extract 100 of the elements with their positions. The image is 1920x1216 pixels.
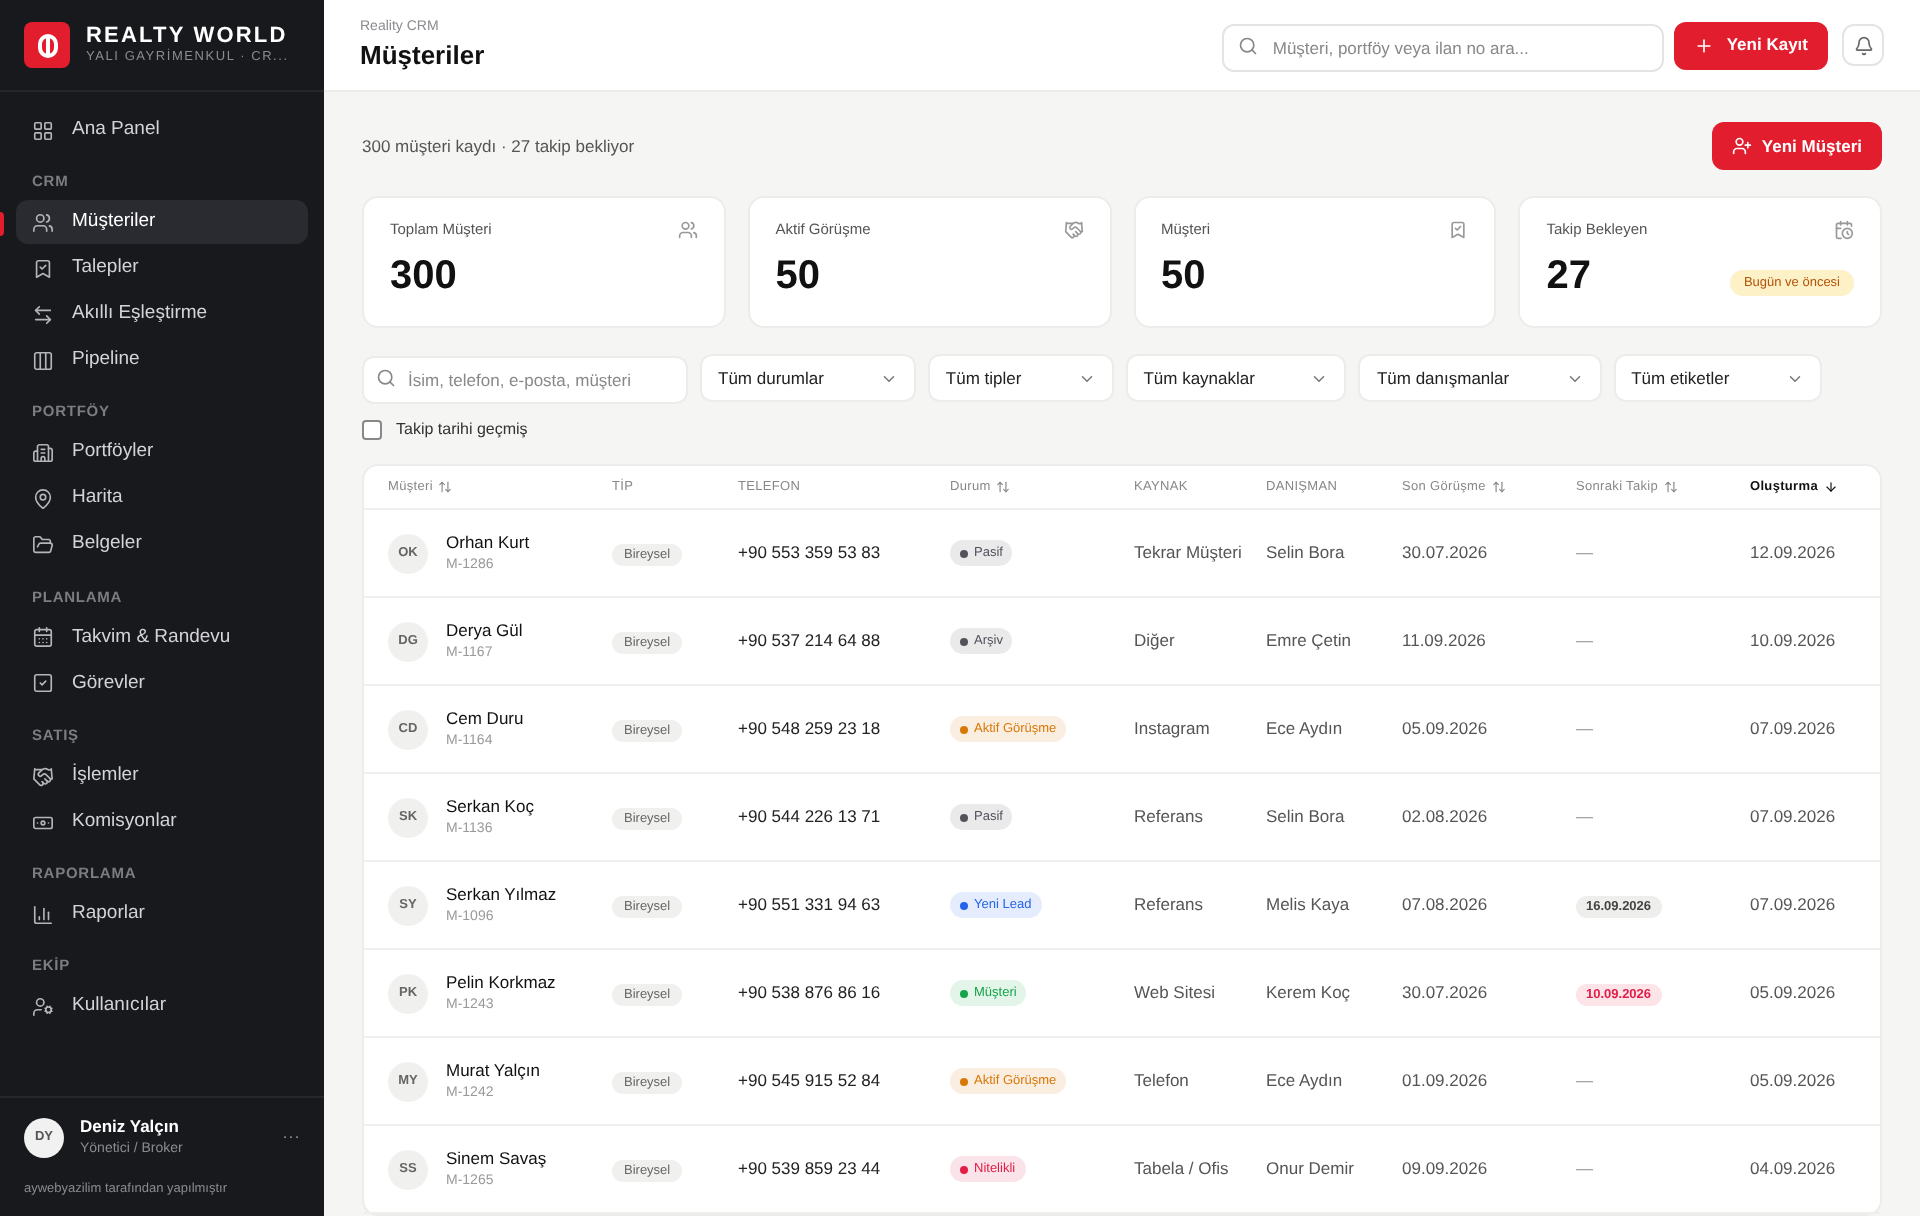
stat-value: 300 (390, 256, 457, 297)
advisor-cell-text: Ece Aydın (1266, 1068, 1345, 1094)
source-cell-text: Tekrar Müşteri (1134, 540, 1244, 566)
created-cell-text: 05.09.2026 (1750, 1068, 1838, 1094)
users-icon (677, 219, 698, 240)
brand-name: REALTY WORLD (86, 23, 289, 48)
nav-icon (32, 672, 54, 695)
nav-item[interactable]: Pipeline (16, 338, 308, 383)
source-cell-text: Referans (1134, 804, 1205, 830)
nav-item[interactable]: Raporlar (16, 892, 308, 937)
last-meeting-cell-text: 07.08.2026 (1402, 892, 1490, 918)
customer-name: Serkan Koç (446, 793, 534, 820)
customer-name: Orhan Kurt (446, 529, 530, 556)
last-meeting-cell-text: 30.07.2026 (1402, 540, 1490, 566)
advisor-cell-text: Kerem Koç (1266, 980, 1353, 1006)
sort-icon (996, 480, 1011, 494)
customer-name: Murat Yalçın (446, 1057, 540, 1084)
nav-icon (32, 257, 54, 280)
nav-item[interactable]: Ana Panel (16, 108, 308, 152)
bookmark-icon (1448, 219, 1469, 240)
active-indicator (0, 212, 4, 237)
last-meeting-cell-text: 02.08.2026 (1402, 804, 1490, 830)
nav-item[interactable]: Görevler (16, 661, 308, 706)
filter-dropdown[interactable]: Tüm durumlar (700, 354, 916, 402)
filter-dropdown[interactable]: Tüm tipler (927, 354, 1114, 402)
nav-icon (32, 119, 54, 141)
plus-icon (1694, 35, 1715, 55)
overdue-checkbox[interactable]: Takip tarihi geçmiş (362, 418, 528, 442)
advisor-cell-text: Selin Bora (1266, 540, 1347, 566)
stat-value: 50 (1161, 256, 1206, 297)
nav-item[interactable]: Müşteriler (16, 200, 308, 245)
nav-item[interactable]: Kullanıcılar (16, 985, 308, 1029)
search-icon (376, 368, 396, 388)
advisor-cell-text: Ece Aydın (1266, 716, 1345, 742)
follow-up-cell: — (1576, 1070, 1593, 1091)
customer-name: Cem Duru (446, 705, 524, 732)
notifications-button[interactable] (1842, 24, 1884, 66)
filter-dropdown[interactable]: Tüm danışmanlar (1358, 354, 1602, 402)
nav-icon (32, 996, 54, 1018)
advisor-cell-text: Melis Kaya (1266, 892, 1352, 918)
last-meeting-cell-text: 09.09.2026 (1402, 1156, 1490, 1182)
phone-cell-text: +90 544 226 13 71 (738, 804, 883, 830)
advisor-cell-text: Selin Bora (1266, 804, 1347, 830)
new-record-button[interactable]: Yeni Kayıt (1674, 21, 1828, 69)
handshake-icon (1063, 219, 1083, 240)
created-cell-text: 12.09.2026 (1750, 540, 1838, 566)
nav-item[interactable]: Harita (16, 477, 308, 521)
nav-icon (32, 626, 54, 649)
created-cell-text: 07.09.2026 (1750, 892, 1838, 918)
new-customer-button[interactable]: Yeni Müşteri (1711, 122, 1882, 170)
nav-icon (32, 488, 54, 510)
created-cell-text: 05.09.2026 (1750, 980, 1838, 1006)
nav-item[interactable]: Akıllı Eşleştirme (16, 292, 308, 337)
phone-cell-text: +90 537 214 64 88 (738, 628, 883, 654)
summary-text: 300 müşteri kaydı · 27 takip bekliyor (362, 133, 635, 159)
nav-item[interactable]: Talepler (16, 246, 308, 291)
calendar-clock-icon (1834, 219, 1854, 240)
filter-dropdown[interactable]: Tüm etiketler (1613, 354, 1822, 402)
nav-icon (32, 811, 54, 833)
created-cell-text: 07.09.2026 (1750, 804, 1838, 830)
nav-item[interactable]: Belgeler (16, 523, 308, 567)
search-field[interactable]: Müşteri, portföy veya ilan no ara... (1222, 23, 1665, 71)
follow-up-cell: — (1576, 630, 1593, 651)
nav-item[interactable]: Komisyonlar (16, 800, 308, 844)
nav-icon (32, 534, 54, 556)
more-button[interactable]: ··· (282, 1123, 300, 1151)
nav-icon (32, 765, 54, 787)
stat-value: 27 (1546, 256, 1591, 297)
follow-up-cell: — (1576, 542, 1593, 563)
nav-item[interactable]: Takvim & Randevu (16, 615, 308, 660)
customer-name: Pelin Korkmaz (446, 969, 556, 996)
source-cell-text: Tabela / Ofis (1134, 1156, 1231, 1182)
created-cell-text: 10.09.2026 (1750, 628, 1838, 654)
filter-search-field[interactable]: İsim, telefon, e-posta, müşteri (362, 356, 688, 404)
nav-item[interactable]: İşlemler (16, 754, 308, 798)
customer-name: Derya Gül (446, 617, 523, 644)
nav-icon (32, 442, 54, 464)
follow-up-cell: — (1576, 1158, 1593, 1179)
source-cell-text: Diğer (1134, 628, 1177, 654)
created-cell-text: 04.09.2026 (1750, 1156, 1838, 1182)
customer-name: Serkan Yılmaz (446, 881, 557, 908)
sort-icon (438, 480, 453, 494)
advisor-cell-text: Onur Demir (1266, 1156, 1356, 1182)
source-cell-text: Telefon (1134, 1068, 1191, 1094)
phone-cell-text: +90 551 331 94 63 (738, 892, 883, 918)
source-cell-text: Web Sitesi (1134, 980, 1217, 1006)
nav-icon (32, 903, 54, 926)
nav-icon (32, 349, 54, 372)
filter-dropdown[interactable]: Tüm kaynaklar (1125, 354, 1347, 402)
last-meeting-cell-text: 30.07.2026 (1402, 980, 1490, 1006)
source-cell-text: Referans (1134, 892, 1205, 918)
user-plus-icon (1731, 136, 1752, 156)
user-name: Deniz Yalçın (80, 1114, 181, 1140)
created-cell-text: 07.09.2026 (1750, 716, 1838, 742)
phone-cell-text: +90 548 259 23 18 (738, 716, 883, 742)
nav-item[interactable]: Portföyler (16, 431, 308, 475)
page-title: Müşteriler (360, 39, 487, 72)
last-meeting-cell-text: 05.09.2026 (1402, 716, 1490, 742)
follow-up-cell: — (1576, 806, 1593, 827)
search-icon (1238, 35, 1259, 55)
